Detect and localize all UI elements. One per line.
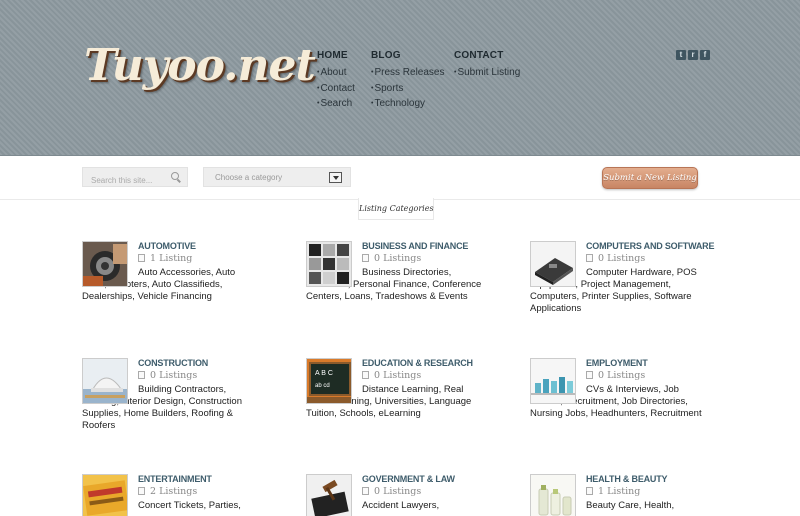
category-health-beauty: HEALTH & BEAUTY 1 Listing Beauty Care, H… bbox=[530, 474, 710, 516]
entertainment-thumbnail[interactable] bbox=[82, 474, 128, 516]
nav-link-submit-listing[interactable]: Submit Listing bbox=[454, 65, 520, 81]
document-icon bbox=[586, 371, 593, 379]
nav-link-technology[interactable]: Technology bbox=[371, 96, 444, 112]
nav-blog[interactable]: BLOG bbox=[371, 50, 444, 61]
section-tab-listing-categories: Listing Categories bbox=[358, 198, 434, 220]
category-construction: CONSTRUCTION 0 Listings Building Contrac… bbox=[82, 358, 262, 432]
document-icon bbox=[362, 254, 369, 262]
nav-link-contact[interactable]: Contact bbox=[317, 81, 354, 97]
category-entertainment: ENTERTAINMENT 2 Listings Concert Tickets… bbox=[82, 474, 262, 516]
listing-count: 0 Listings bbox=[362, 370, 421, 381]
document-icon bbox=[362, 487, 369, 495]
nav-home[interactable]: HOME bbox=[317, 50, 355, 61]
category-title[interactable]: EMPLOYMENT bbox=[586, 358, 648, 368]
listing-count: 0 Listings bbox=[362, 486, 421, 497]
listing-count: 0 Listings bbox=[586, 253, 645, 264]
nav-link-about[interactable]: About bbox=[317, 65, 355, 81]
category-title[interactable]: BUSINESS AND FINANCE bbox=[362, 241, 468, 251]
facebook-icon[interactable]: f bbox=[700, 50, 710, 60]
document-icon bbox=[138, 254, 145, 262]
category-government-law: GOVERNMENT & LAW 0 Listings Accident Law… bbox=[306, 474, 486, 516]
listing-count: 1 Listing bbox=[138, 253, 192, 264]
health-thumbnail[interactable] bbox=[530, 474, 576, 516]
computers-thumbnail[interactable] bbox=[530, 241, 576, 287]
construction-thumbnail[interactable] bbox=[82, 358, 128, 404]
nav-link-search[interactable]: Search bbox=[317, 96, 355, 112]
category-education-research: A B C ab cd EDUCATION & RESEARCH 0 Listin… bbox=[306, 358, 486, 420]
category-computers-and-software: COMPUTERS AND SOFTWARE 0 Listings Comput… bbox=[530, 241, 714, 315]
employment-thumbnail[interactable] bbox=[530, 358, 576, 404]
education-thumbnail[interactable]: A B C ab cd bbox=[306, 358, 352, 404]
submit-listing-button[interactable]: Submit a New Listing bbox=[602, 167, 698, 189]
search-input[interactable] bbox=[83, 171, 167, 190]
document-icon bbox=[586, 254, 593, 262]
category-title[interactable]: GOVERNMENT & LAW bbox=[362, 474, 455, 484]
listing-count: 0 Listings bbox=[586, 370, 645, 381]
category-title[interactable]: ENTERTAINMENT bbox=[138, 474, 212, 484]
social-links: t r f bbox=[676, 50, 710, 60]
nav-link-press-releases[interactable]: Press Releases bbox=[371, 65, 444, 81]
listing-count: 0 Listings bbox=[362, 253, 421, 264]
chevron-down-icon[interactable] bbox=[329, 172, 342, 183]
category-select-value: Choose a category bbox=[215, 173, 283, 182]
category-automotive: AUTOMOTIVE 1 Listing Auto Accessories, A… bbox=[82, 241, 262, 303]
category-title[interactable]: HEALTH & BEAUTY bbox=[586, 474, 668, 484]
document-icon bbox=[138, 371, 145, 379]
category-select[interactable]: Choose a category bbox=[203, 167, 351, 187]
twitter-icon[interactable]: t bbox=[676, 50, 686, 60]
nav-home-column: HOME About Contact Search bbox=[317, 50, 355, 112]
business-thumbnail[interactable] bbox=[306, 241, 352, 287]
svg-text:ab cd: ab cd bbox=[315, 383, 330, 389]
search-icon[interactable] bbox=[171, 172, 179, 180]
category-title[interactable]: EDUCATION & RESEARCH bbox=[362, 358, 473, 368]
nav-blog-column: BLOG Press Releases Sports Technology bbox=[371, 50, 444, 112]
government-thumbnail[interactable] bbox=[306, 474, 352, 516]
category-title[interactable]: CONSTRUCTION bbox=[138, 358, 208, 368]
automotive-thumbnail[interactable] bbox=[82, 241, 128, 287]
document-icon bbox=[586, 487, 593, 495]
category-title[interactable]: COMPUTERS AND SOFTWARE bbox=[586, 241, 714, 251]
site-header: Tuyoo.net HOME About Contact Search BLOG… bbox=[0, 0, 800, 156]
listing-count: 1 Listing bbox=[586, 486, 640, 497]
svg-text:A B C: A B C bbox=[315, 370, 333, 377]
category-title[interactable]: AUTOMOTIVE bbox=[138, 241, 196, 251]
nav-link-sports[interactable]: Sports bbox=[371, 81, 444, 97]
document-icon bbox=[362, 371, 369, 379]
listing-count: 0 Listings bbox=[138, 370, 197, 381]
site-logo[interactable]: Tuyoo.net bbox=[84, 40, 316, 91]
search-box bbox=[82, 167, 188, 190]
rss-icon[interactable]: r bbox=[688, 50, 698, 60]
document-icon bbox=[138, 487, 145, 495]
category-employment: EMPLOYMENT 0 Listings CVs & Interviews, … bbox=[530, 358, 710, 420]
listing-count: 2 Listings bbox=[138, 486, 197, 497]
category-business-and-finance: BUSINESS AND FINANCE 0 Listings Business… bbox=[306, 241, 486, 303]
nav-contact-column: CONTACT Submit Listing bbox=[454, 50, 520, 81]
nav-contact[interactable]: CONTACT bbox=[454, 50, 520, 61]
